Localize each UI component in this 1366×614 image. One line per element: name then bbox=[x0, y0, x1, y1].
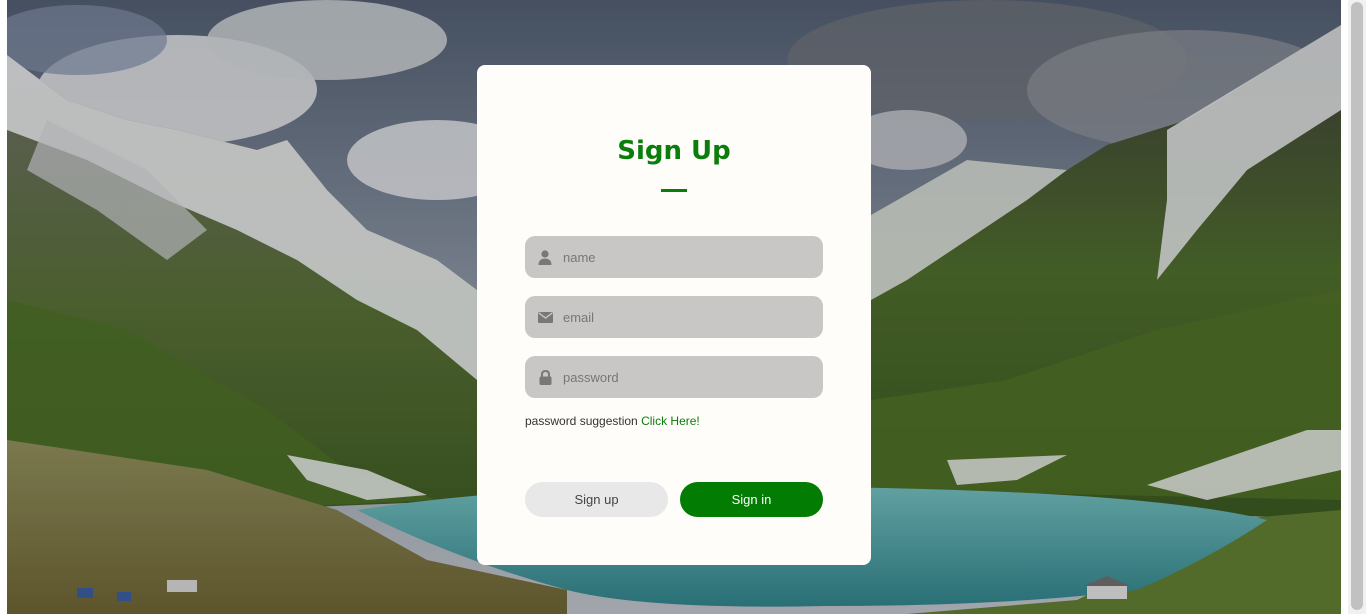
title-underline bbox=[661, 189, 687, 192]
password-input[interactable] bbox=[563, 369, 803, 385]
name-field[interactable] bbox=[525, 236, 823, 278]
form-title: Sign Up bbox=[617, 136, 731, 166]
signin-button[interactable]: Sign in bbox=[680, 482, 823, 517]
lock-icon bbox=[537, 369, 553, 385]
email-field[interactable] bbox=[525, 296, 823, 338]
name-input[interactable] bbox=[563, 249, 803, 265]
envelope-icon bbox=[537, 309, 553, 325]
email-input[interactable] bbox=[563, 309, 803, 325]
password-field[interactable] bbox=[525, 356, 823, 398]
page: Sign Up name email password suggestion C… bbox=[0, 0, 1366, 614]
password-suggestion-text: password suggestion bbox=[525, 414, 642, 428]
scrollbar-thumb[interactable] bbox=[1351, 2, 1363, 610]
signup-card: Sign Up name email password suggestion C… bbox=[477, 65, 871, 565]
user-icon bbox=[537, 249, 553, 265]
password-suggestion-link[interactable]: Click Here! bbox=[641, 414, 700, 428]
signup-button[interactable]: Sign up bbox=[525, 482, 668, 517]
password-suggestion: password suggestion Click Here! bbox=[525, 414, 700, 428]
vertical-scrollbar[interactable] bbox=[1348, 0, 1366, 614]
